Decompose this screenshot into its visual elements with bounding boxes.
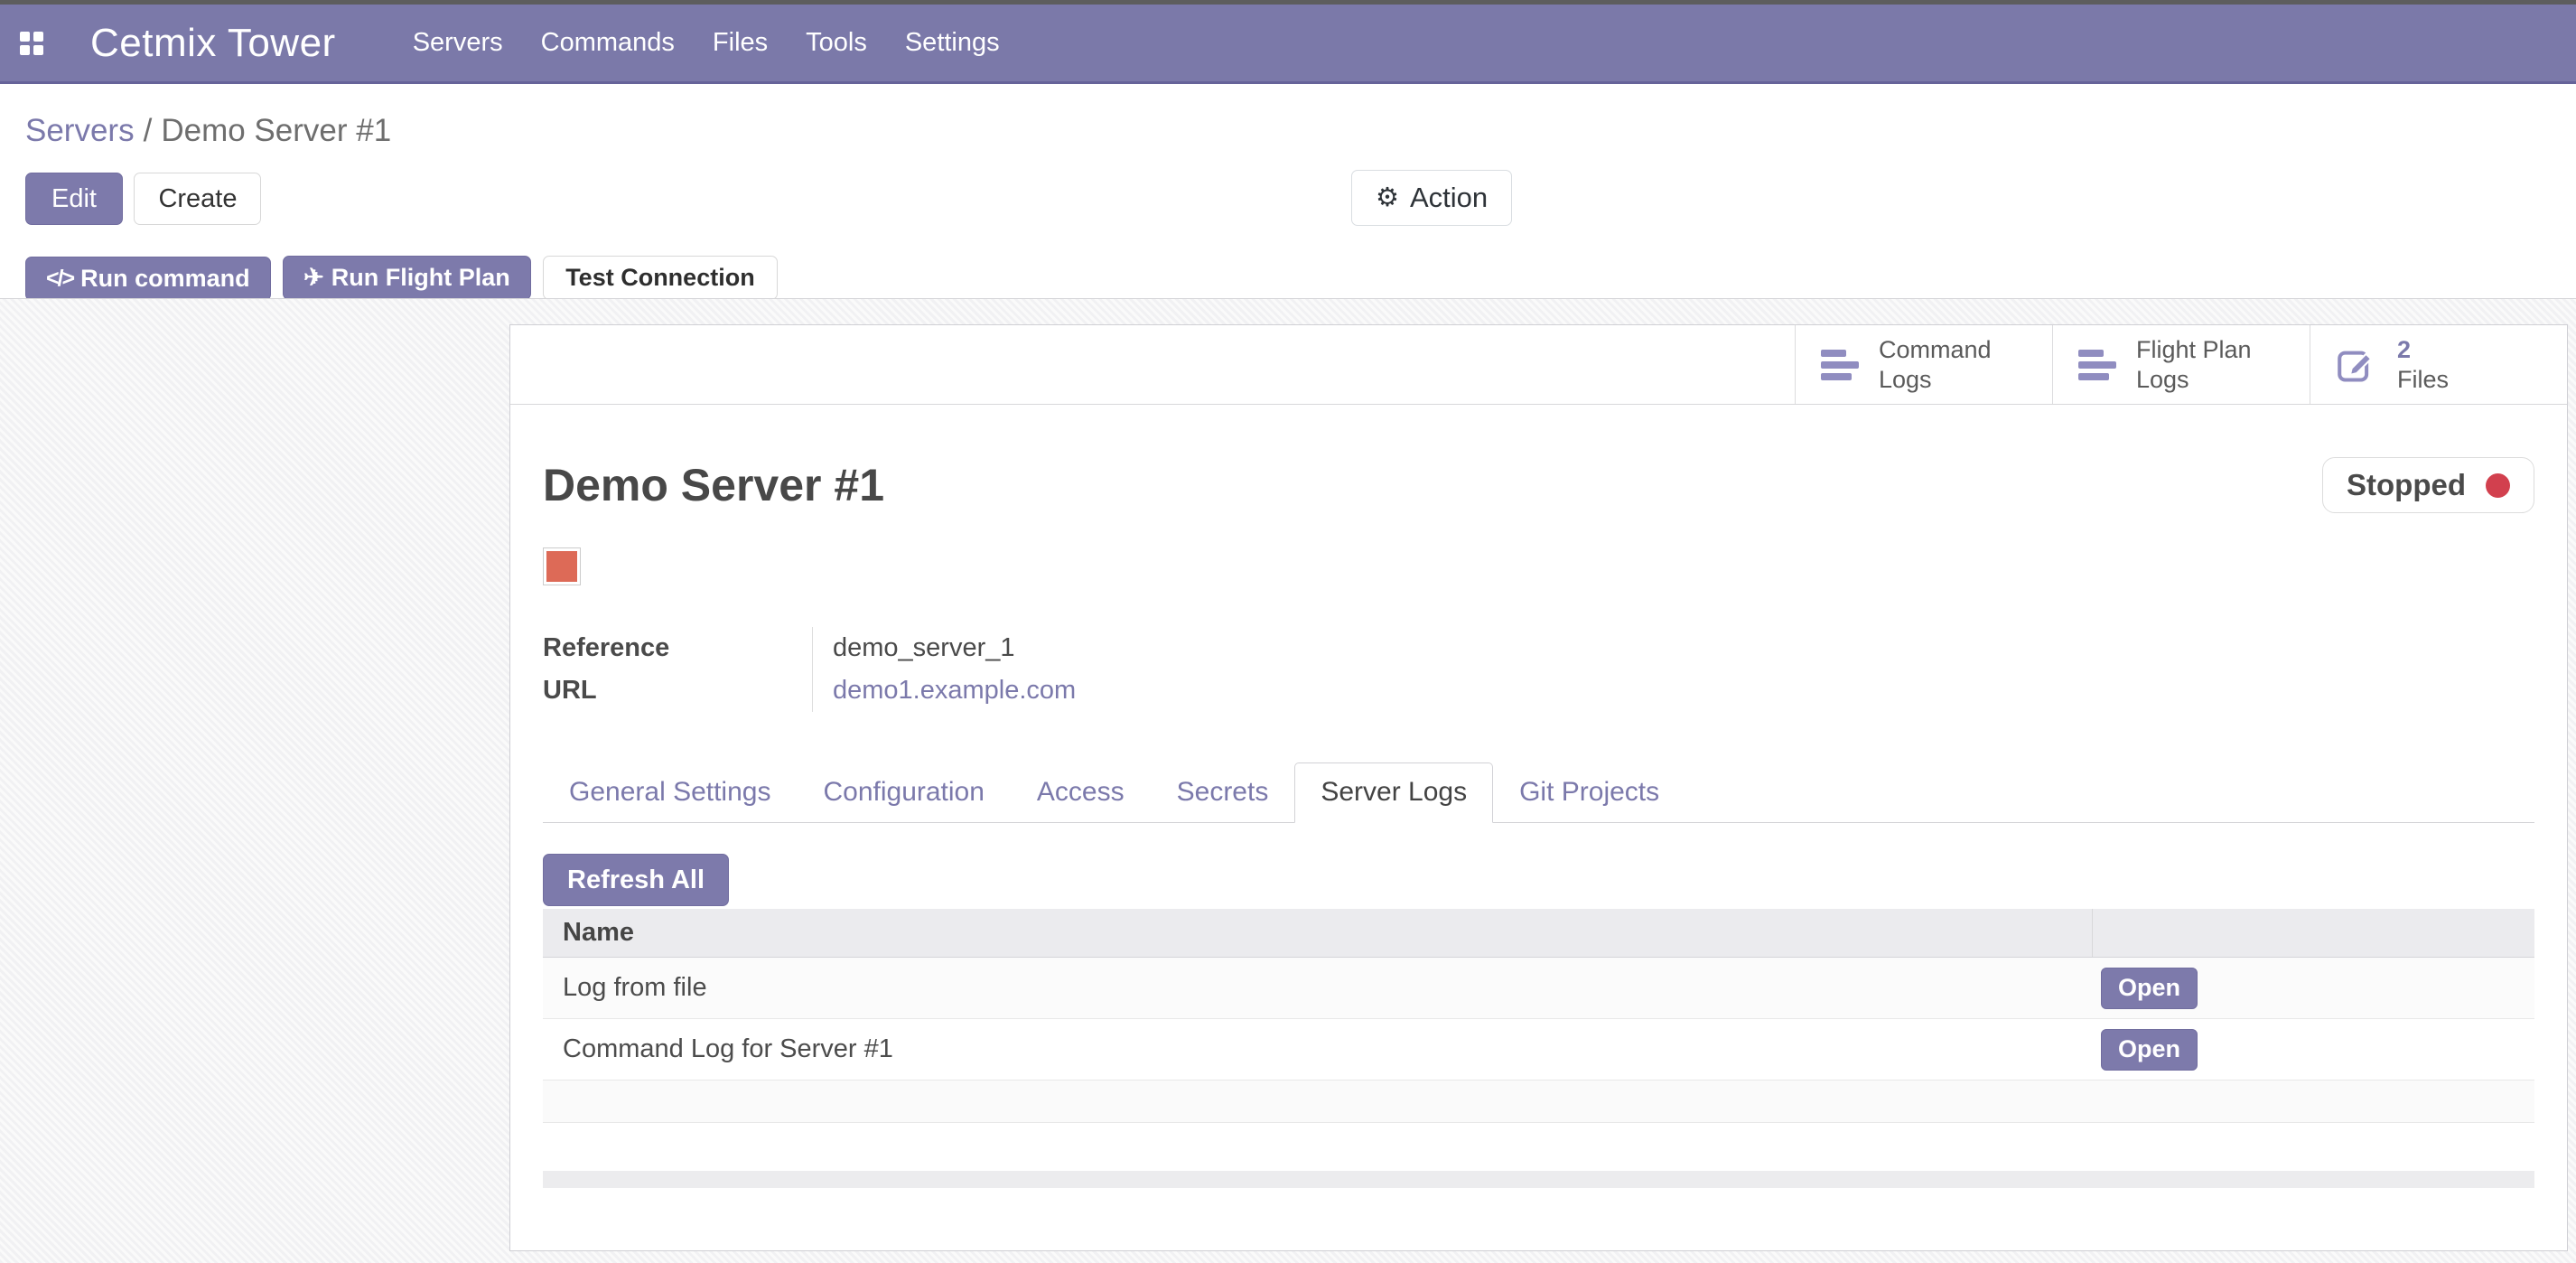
reference-value: demo_server_1	[812, 627, 1173, 669]
server-logs-table: Name Log from file Open Command Log for …	[543, 909, 2534, 1123]
menu-item-commands[interactable]: Commands	[522, 5, 694, 81]
refresh-all-button[interactable]: Refresh All	[543, 854, 729, 906]
list-lines-icon	[1821, 350, 1859, 380]
tab-server-logs[interactable]: Server Logs	[1294, 762, 1493, 823]
server-action-row: </> Run command ✈ Run Flight Plan Test C…	[0, 256, 2576, 300]
action-button[interactable]: ⚙ Action	[1351, 170, 1512, 226]
run-flight-plan-button[interactable]: ✈ Run Flight Plan	[283, 256, 531, 300]
stat-button-command-logs[interactable]: Command Logs	[1795, 325, 2052, 404]
breadcrumb-link-servers[interactable]: Servers	[25, 113, 135, 148]
server-color-swatch[interactable]	[543, 547, 581, 585]
stat-button-label: Command Logs	[1879, 335, 1992, 395]
table-footer-bar	[543, 1171, 2534, 1188]
create-button[interactable]: Create	[134, 173, 261, 225]
file-edit-icon	[2336, 344, 2377, 386]
status-dot-icon	[2486, 473, 2510, 498]
log-name: Log from file	[543, 973, 2092, 1003]
gear-icon: ⚙	[1376, 185, 1399, 211]
form-view-background: Command Logs Flight Plan Logs 2 Files	[0, 298, 2576, 1263]
tab-secrets[interactable]: Secrets	[1151, 762, 1295, 822]
run-flight-plan-label: Run Flight Plan	[331, 264, 510, 292]
field-label: URL	[543, 669, 812, 712]
open-log-button[interactable]: Open	[2101, 1029, 2198, 1071]
stat-button-files[interactable]: 2 Files	[2310, 325, 2567, 404]
tab-general-settings[interactable]: General Settings	[543, 762, 797, 822]
breadcrumb-separator: /	[135, 113, 162, 148]
test-connection-button[interactable]: Test Connection	[543, 256, 778, 300]
run-command-button[interactable]: </> Run command	[25, 257, 271, 301]
form-button-row: Edit Create ⚙ Action	[0, 173, 2576, 225]
action-button-label: Action	[1410, 182, 1488, 214]
list-lines-icon	[2078, 350, 2116, 380]
breadcrumb-current: Demo Server #1	[161, 113, 391, 148]
brand-title: Cetmix Tower	[90, 21, 336, 66]
files-count: 2	[2397, 335, 2449, 365]
code-icon: </>	[46, 266, 73, 292]
column-header-action	[2092, 909, 2534, 957]
stat-button-label: 2 Files	[2397, 335, 2449, 395]
field-label: Reference	[543, 627, 812, 669]
menu-item-servers[interactable]: Servers	[394, 5, 522, 81]
tab-access[interactable]: Access	[1011, 762, 1151, 822]
field-group: Reference demo_server_1 URL demo1.exampl…	[543, 627, 2534, 712]
main-navbar: Cetmix Tower Servers Commands Files Tool…	[0, 5, 2576, 84]
apps-grid-icon[interactable]	[20, 32, 43, 55]
server-form-sheet: Command Logs Flight Plan Logs 2 Files	[509, 324, 2568, 1251]
menu-item-files[interactable]: Files	[694, 5, 787, 81]
field-row-url: URL demo1.example.com	[543, 669, 2534, 712]
table-row[interactable]: Log from file Open	[543, 958, 2534, 1019]
edit-button[interactable]: Edit	[25, 173, 123, 225]
column-header-name: Name	[543, 918, 2092, 948]
breadcrumb: Servers/Demo Server #1	[0, 84, 2576, 149]
url-link[interactable]: demo1.example.com	[812, 669, 1173, 712]
status-label: Stopped	[2347, 468, 2466, 502]
tab-git-projects[interactable]: Git Projects	[1493, 762, 1685, 822]
stat-button-label: Flight Plan Logs	[2136, 335, 2252, 395]
table-empty-row	[543, 1081, 2534, 1123]
sheet-body: Demo Server #1 Stopped Reference demo_se…	[510, 457, 2567, 1188]
menu-item-tools[interactable]: Tools	[787, 5, 886, 81]
table-row[interactable]: Command Log for Server #1 Open	[543, 1019, 2534, 1081]
main-menu: Servers Commands Files Tools Settings	[394, 5, 1019, 81]
page-title: Demo Server #1	[543, 459, 884, 511]
plane-icon: ✈	[303, 264, 324, 292]
menu-item-settings[interactable]: Settings	[886, 5, 1019, 81]
field-row-reference: Reference demo_server_1	[543, 627, 2534, 669]
tab-configuration[interactable]: Configuration	[797, 762, 1010, 822]
run-command-label: Run command	[80, 265, 250, 293]
open-log-button[interactable]: Open	[2101, 968, 2198, 1009]
table-header-row: Name	[543, 909, 2534, 958]
stat-button-flight-plan-logs[interactable]: Flight Plan Logs	[2052, 325, 2310, 404]
server-logs-tab-content: Refresh All Name Log from file Open Comm…	[543, 823, 2534, 1188]
sheet-header: Command Logs Flight Plan Logs 2 Files	[510, 325, 2567, 405]
log-name: Command Log for Server #1	[543, 1034, 2092, 1064]
status-badge: Stopped	[2322, 457, 2534, 513]
notebook-tabs: General Settings Configuration Access Se…	[543, 762, 2534, 823]
